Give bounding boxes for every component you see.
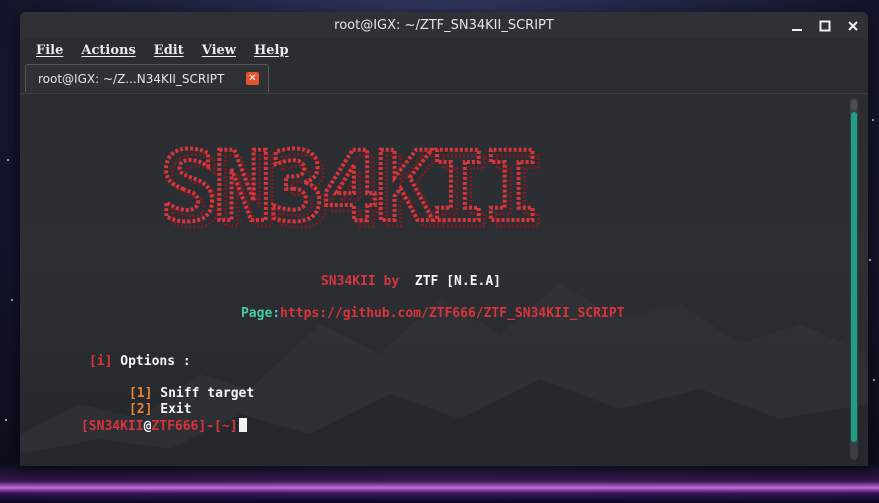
menu-file[interactable]: File bbox=[36, 43, 63, 58]
page-line: Page:https://github.com/ZTF666/ZTF_SN34K… bbox=[194, 291, 625, 336]
options-label: Options : bbox=[120, 354, 191, 369]
byline-author: ZTF [N.E.A] bbox=[414, 274, 501, 289]
window-titlebar[interactable]: root@IGX: ~/ZTF_SN34KII_SCRIPT bbox=[20, 12, 868, 39]
svg-text:SN34KII: SN34KII bbox=[160, 134, 537, 234]
sn34kii-ascii-banner: SN34KII SN34KII bbox=[158, 134, 548, 234]
prompt-user: [SN34KII bbox=[80, 419, 144, 434]
prompt-host: ZTF666] bbox=[151, 419, 207, 434]
text-cursor bbox=[238, 418, 247, 432]
desktop-horizon-glow bbox=[0, 463, 879, 503]
page-url: https://github.com/ZTF666/ZTF_SN34KII_SC… bbox=[280, 306, 625, 321]
scrollbar-thumb[interactable] bbox=[851, 112, 857, 442]
menu-edit[interactable]: Edit bbox=[154, 43, 184, 58]
maximize-icon[interactable] bbox=[818, 19, 832, 33]
shell-prompt[interactable]: [SN34KII@ZTF666]-[~] bbox=[34, 403, 247, 449]
menu-actions[interactable]: Actions bbox=[81, 43, 135, 58]
page-label: Page: bbox=[240, 306, 281, 321]
menu-view[interactable]: View bbox=[202, 43, 236, 58]
terminal-window: root@IGX: ~/ZTF_SN34KII_SCRIPT File Acti… bbox=[20, 12, 868, 466]
tab-label: root@IGX: ~/Z...N34KII_SCRIPT bbox=[38, 71, 225, 86]
prompt-dir: [~] bbox=[214, 419, 238, 434]
tab-bar: root@IGX: ~/Z...N34KII_SCRIPT ✕ bbox=[20, 61, 868, 94]
tab-terminal[interactable]: root@IGX: ~/Z...N34KII_SCRIPT ✕ bbox=[25, 64, 269, 92]
byline-tool: SN34KII by bbox=[320, 274, 400, 289]
prompt-dash: - bbox=[206, 419, 215, 434]
scrollbar-track-top bbox=[851, 100, 857, 110]
terminal-area[interactable]: SN34KII SN34KII SN34KII by ZTF [N.E.A] P… bbox=[20, 94, 868, 466]
close-icon[interactable] bbox=[846, 19, 860, 33]
close-icon[interactable]: ✕ bbox=[246, 72, 259, 85]
menu-bar: File Actions Edit View Help bbox=[20, 39, 868, 61]
info-marker: [i] bbox=[88, 354, 113, 369]
menu-help[interactable]: Help bbox=[254, 43, 289, 58]
window-title: root@IGX: ~/ZTF_SN34KII_SCRIPT bbox=[334, 18, 554, 33]
terminal-scrollbar[interactable] bbox=[850, 98, 858, 460]
minimize-icon[interactable] bbox=[790, 19, 804, 33]
